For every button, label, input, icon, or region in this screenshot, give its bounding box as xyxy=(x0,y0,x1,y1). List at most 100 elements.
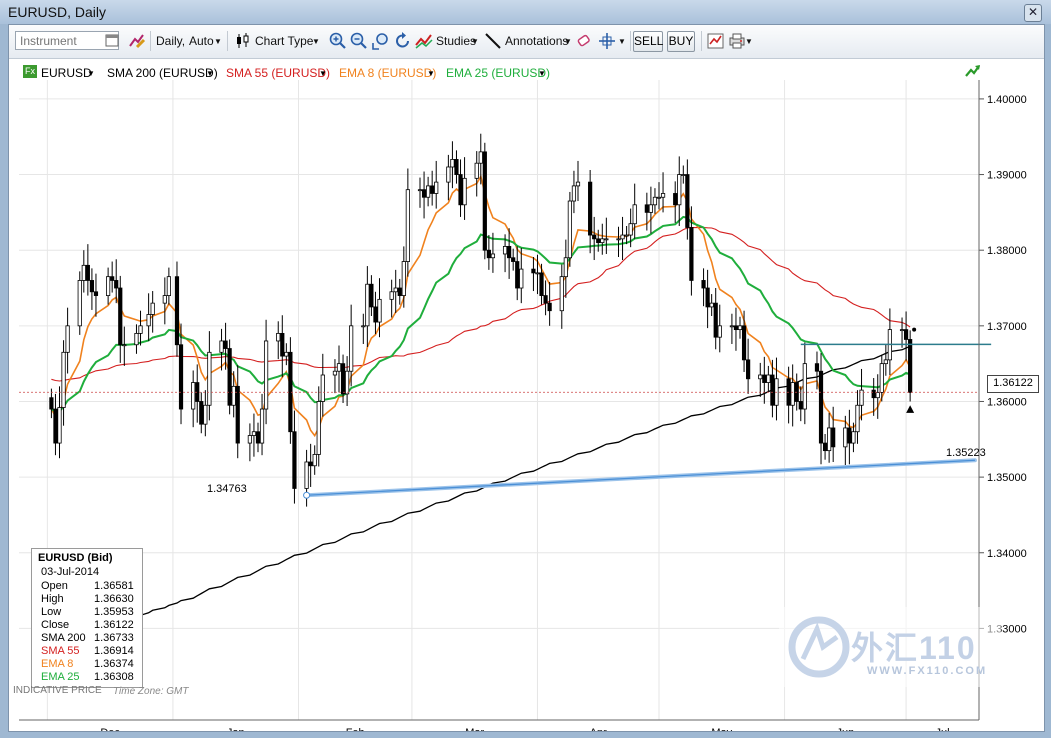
chart-window: Daily, Auto ▼ Chart Type ▼ Studies ▼ Ann… xyxy=(8,24,1045,732)
legend-sma200[interactable]: SMA 200 (EURUSD) xyxy=(107,66,218,80)
buy-button[interactable]: BUY xyxy=(667,31,695,52)
zoom-out-icon[interactable] xyxy=(349,31,369,51)
chevron-down-icon[interactable]: ▼ xyxy=(214,37,222,46)
candle-body xyxy=(235,385,240,444)
chevron-down-icon[interactable]: ▼ xyxy=(319,69,327,78)
candle-body xyxy=(207,351,212,406)
data-row: SMA 55 1.36914 xyxy=(41,645,141,658)
candle-body xyxy=(547,302,552,312)
instrument-input[interactable] xyxy=(15,31,119,50)
candle-body xyxy=(174,276,180,346)
candle-body xyxy=(875,391,880,399)
trend-up-icon[interactable] xyxy=(965,64,981,78)
chevron-down-icon[interactable]: ▼ xyxy=(745,37,753,46)
candle-body xyxy=(122,344,127,347)
candle-body xyxy=(507,246,512,259)
candle-body xyxy=(531,268,536,274)
candle-body xyxy=(814,363,820,372)
zoom-in-icon[interactable] xyxy=(328,31,348,51)
y-tick-label: 1.40000 xyxy=(987,94,1027,106)
last-price-marker: 1.36122 xyxy=(987,375,1039,393)
scale-dropdown[interactable]: Auto xyxy=(189,34,214,48)
candle-body xyxy=(818,370,824,444)
candle-body xyxy=(434,181,439,194)
candle-body xyxy=(231,385,236,406)
candlestick-icon[interactable] xyxy=(233,31,253,51)
candle-body xyxy=(903,329,909,340)
candle-body xyxy=(628,223,633,236)
data-row-value: 1.36733 xyxy=(94,632,134,644)
candle-body xyxy=(401,261,406,296)
chevron-down-icon[interactable]: ▼ xyxy=(471,37,479,46)
candle-body xyxy=(110,276,115,281)
chart-type-dropdown[interactable]: Chart Type xyxy=(255,34,313,48)
candle-body xyxy=(652,196,658,206)
sell-button[interactable]: SELL xyxy=(633,31,663,52)
draw-pen-icon[interactable] xyxy=(127,31,147,51)
candle-body xyxy=(588,181,593,236)
fx-badge-icon: Fx xyxy=(23,65,37,78)
data-row: High 1.36630 xyxy=(41,593,141,606)
period-dropdown[interactable]: Daily, xyxy=(156,34,185,48)
candle-body xyxy=(604,238,609,241)
print-icon[interactable] xyxy=(727,31,747,51)
legend-ema25[interactable]: EMA 25 (EURUSD) xyxy=(446,66,550,80)
refresh-icon[interactable] xyxy=(393,31,413,51)
data-row-value: 1.36914 xyxy=(94,645,134,657)
candle-body xyxy=(450,159,455,168)
candle-body xyxy=(519,268,524,289)
annotations-dropdown[interactable]: Annotations xyxy=(505,34,568,48)
candle-body xyxy=(559,276,564,312)
y-tick-label: 1.34000 xyxy=(987,548,1027,560)
candle-body xyxy=(729,325,735,328)
chevron-down-icon[interactable]: ▼ xyxy=(87,69,95,78)
candle-body xyxy=(430,185,435,194)
candle-body xyxy=(563,257,568,278)
close-button[interactable]: ✕ xyxy=(1024,4,1042,22)
chevron-down-icon[interactable]: ▼ xyxy=(427,69,435,78)
candle-body xyxy=(393,287,398,293)
window-title: EURUSD, Daily xyxy=(8,4,107,20)
candle-body xyxy=(361,325,366,328)
new-chart-icon[interactable] xyxy=(706,31,726,51)
chevron-down-icon[interactable]: ▼ xyxy=(538,69,546,78)
zoom-fit-icon[interactable] xyxy=(371,31,391,51)
chevron-down-icon[interactable]: ▼ xyxy=(206,69,214,78)
candle-body xyxy=(847,427,852,444)
data-row-label: SMA 200 xyxy=(41,632,86,644)
data-row-value: 1.36630 xyxy=(94,593,134,605)
candle-body xyxy=(369,283,374,308)
candle-body xyxy=(166,276,171,296)
legend-sma55[interactable]: SMA 55 (EURUSD) xyxy=(226,66,330,80)
x-month-label: Dec xyxy=(100,727,120,731)
calendar-icon[interactable] xyxy=(105,33,119,47)
candle-body xyxy=(511,257,516,262)
candle-body xyxy=(417,189,423,192)
data-row-value: 1.36374 xyxy=(94,658,134,670)
eraser-icon[interactable] xyxy=(575,31,595,51)
candle-body xyxy=(620,234,625,240)
crosshair-icon[interactable] xyxy=(597,31,617,51)
candle-body xyxy=(502,246,508,255)
candle-body xyxy=(486,249,491,259)
candle-body xyxy=(421,189,427,198)
chevron-down-icon[interactable]: ▼ xyxy=(564,37,572,46)
annotation-line-icon[interactable] xyxy=(483,31,503,51)
candle-body xyxy=(85,264,90,281)
studies-icon[interactable] xyxy=(414,31,434,51)
chevron-down-icon[interactable]: ▼ xyxy=(312,37,320,46)
title-bar: EURUSD, Daily ✕ xyxy=(0,0,1051,24)
candle-body xyxy=(191,382,196,410)
legend-symbol[interactable]: EURUSD xyxy=(41,66,92,80)
trendline-anchor xyxy=(303,491,311,499)
candle-body xyxy=(600,238,605,244)
candle-body xyxy=(255,431,261,444)
legend-ema8[interactable]: EMA 8 (EURUSD) xyxy=(339,66,436,80)
chevron-down-icon[interactable]: ▼ xyxy=(618,37,626,46)
indicative-price-note: INDICATIVE PRICE xyxy=(13,685,102,696)
candle-body xyxy=(770,374,775,406)
candle-body xyxy=(227,348,232,406)
data-row: EMA 8 1.36374 xyxy=(41,658,141,671)
data-window-date: 03-Jul-2014 xyxy=(41,566,100,578)
candle-body xyxy=(77,280,82,327)
